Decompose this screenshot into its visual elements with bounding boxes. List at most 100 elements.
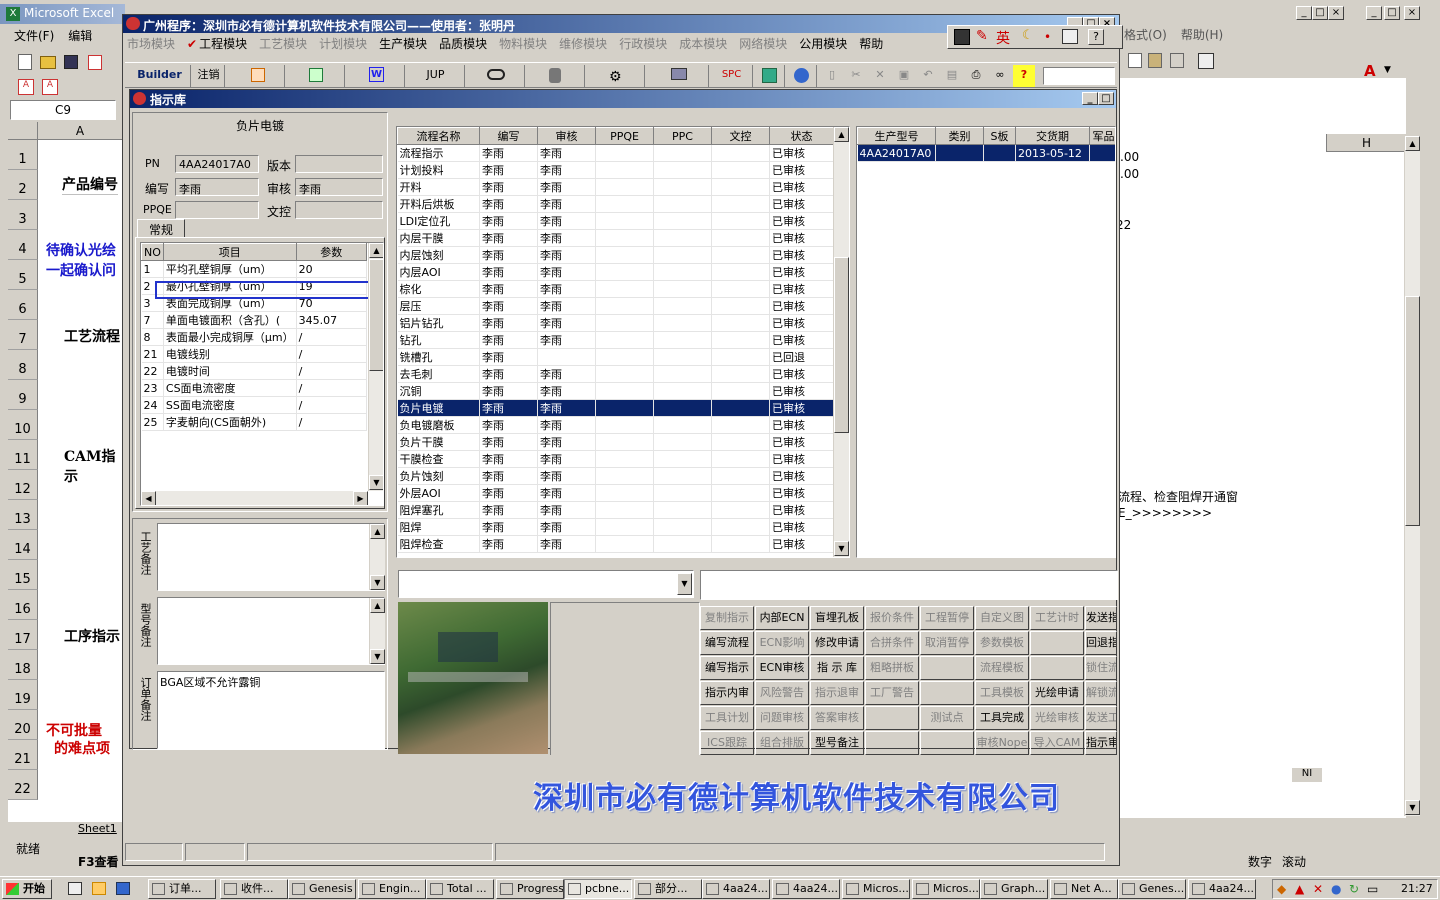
scroll-down-icon[interactable]: ▼ [1405, 800, 1420, 815]
row-header[interactable]: 14 [8, 530, 38, 560]
scroll-up-icon[interactable]: ▲ [1405, 136, 1420, 151]
cell-a20b[interactable]: 的难点项 [54, 738, 110, 758]
paste-icon[interactable] [1148, 53, 1162, 68]
tray-security-icon[interactable]: ▲ [1295, 882, 1304, 896]
action-button[interactable]: 工程暂停 [920, 606, 974, 630]
action-button[interactable]: 编写流程 [700, 631, 754, 655]
action-button[interactable]: ICS跟踪 [700, 731, 754, 755]
copy-icon[interactable] [1128, 53, 1142, 68]
find-button[interactable]: ∞ [989, 65, 1011, 87]
flow-scroll-up-icon[interactable]: ▲ [834, 127, 849, 142]
action-button[interactable]: 复制指示 [700, 606, 754, 630]
outer-restore-icon[interactable]: □ [1384, 6, 1400, 20]
flow-row[interactable]: 开料 李雨 李雨 已审核 [397, 178, 834, 196]
moon-icon[interactable]: ☾ [1022, 28, 1034, 43]
taskbar-item[interactable]: 4aa24... [772, 879, 840, 899]
row-header[interactable]: 4 [8, 230, 38, 260]
flow-row[interactable]: 负片蚀刻 李雨 李雨 已审核 [397, 467, 834, 485]
pdf-icon[interactable]: A [18, 79, 34, 95]
row-header[interactable]: 9 [8, 380, 38, 410]
flow-col-header[interactable]: PPQE [595, 127, 654, 145]
taskbar-item[interactable]: 部分... [634, 879, 702, 899]
process-memo-down-icon[interactable]: ▼ [370, 575, 385, 590]
ime-mode-icon[interactable] [954, 29, 970, 45]
cell-value-2[interactable]: .00 [1120, 167, 1139, 181]
row-header[interactable]: 21 [8, 740, 38, 770]
taskbar-item[interactable]: pcbne... [564, 879, 632, 899]
action-button[interactable]: 取消暂停 [920, 631, 974, 655]
jup-button[interactable]: JUP [407, 65, 465, 87]
row-header[interactable]: 15 [8, 560, 38, 590]
action-button[interactable]: 内部ECN [755, 606, 809, 630]
sub-minimize-icon[interactable]: _ [1082, 92, 1098, 105]
flow-row[interactable]: 层压 李雨 李雨 已审核 [397, 297, 834, 315]
action-button[interactable]: 型号备注 [810, 731, 864, 755]
param-col-value[interactable]: 参数 [295, 243, 368, 261]
taskbar-item[interactable]: Micros... [912, 879, 980, 899]
app-menu-item[interactable]: 公用模块 [799, 35, 847, 52]
column-header-h[interactable]: H [1326, 134, 1406, 152]
author-field[interactable]: 李雨 [175, 178, 259, 196]
app-menu-item[interactable]: 帮助 [859, 35, 883, 52]
cell-value-1[interactable]: .00 [1120, 150, 1139, 164]
quicklaunch-desktop-icon[interactable] [68, 882, 82, 895]
action-button[interactable]: 导入CAM [1030, 731, 1084, 755]
model-memo-up-icon[interactable]: ▲ [370, 598, 385, 613]
sheet-tab-1[interactable]: Sheet1 [78, 822, 117, 835]
param-scroll-right-icon[interactable]: ▶ [353, 491, 368, 505]
model-grid[interactable]: 生产型号 类别 S板 交货期 军品 4AA24017A0 2013-05-12 [856, 126, 1116, 558]
minimize-icon[interactable]: _ [1296, 6, 1312, 20]
cell-a11[interactable]: CAM指示 [64, 446, 122, 486]
flow-col-header[interactable]: 状态 [769, 127, 834, 145]
action-button[interactable]: 指示审 [1085, 731, 1117, 755]
quicklaunch-app-icon[interactable] [92, 882, 106, 895]
print-button[interactable]: ⎙ [965, 65, 987, 87]
database-button[interactable] [527, 65, 585, 87]
param-row[interactable]: 23 CS面电流密度 / [141, 379, 368, 397]
row-header[interactable]: 10 [8, 410, 38, 440]
word-button[interactable]: W [347, 65, 405, 87]
app-menu-item[interactable]: 成本模块 [679, 35, 727, 52]
action-button[interactable]: 指示退审 [810, 681, 864, 705]
menu-help[interactable]: 帮助(H) [1181, 28, 1223, 42]
flow-row[interactable]: 负片干膜 李雨 李雨 已审核 [397, 433, 834, 451]
app-menu-item[interactable]: 品质模块 [439, 35, 487, 52]
action-button[interactable] [865, 731, 919, 755]
taskbar-item[interactable]: 4aa24... [702, 879, 770, 899]
param-col-no[interactable]: NO [141, 243, 164, 261]
action-button[interactable]: 修改申请 [810, 631, 864, 655]
cut-button[interactable]: ✂ [845, 65, 867, 87]
flow-row[interactable]: 内层干膜 李雨 李雨 已审核 [397, 229, 834, 247]
app-menu-item[interactable]: 市场模块 [127, 35, 175, 52]
param-row[interactable]: 21 电镀线别 / [141, 345, 368, 363]
tray-x-icon[interactable]: ✕ [1313, 882, 1323, 896]
action-button[interactable]: 编写指示 [700, 656, 754, 680]
tray-update-icon[interactable]: ● [1331, 882, 1341, 896]
row-header[interactable]: 19 [8, 680, 38, 710]
param-row[interactable]: 24 SS面电流密度 / [141, 396, 368, 414]
action-button[interactable]: ECN影响 [755, 631, 809, 655]
model-col-header[interactable]: 类别 [935, 127, 984, 145]
save-button[interactable]: ▣ [893, 65, 915, 87]
action-button[interactable]: 工具计划 [700, 706, 754, 730]
flow-vscroll[interactable]: ▲ ▼ [833, 127, 849, 557]
row-header[interactable]: 7 [8, 320, 38, 350]
flow-grid[interactable]: 流程名称 编写 审核 PPQE PPC 文控 状态 流程指示 李雨 李雨 已审核 计划投料 李雨 李雨已… [396, 126, 850, 558]
reviewer-field[interactable]: 李雨 [295, 178, 383, 196]
action-button[interactable]: 发送工 [1085, 706, 1117, 730]
flow-row[interactable]: 阻焊塞孔 李雨 李雨 已审核 [397, 501, 834, 519]
ime-lang[interactable]: 英 [996, 28, 1010, 48]
excel-sheet[interactable]: A 1 2 3 4 5 6 7 8 9 10 11 12 13 14 15 16 17 18 19 20 21 22 产品… [8, 122, 122, 822]
taskbar-item[interactable]: 4aa24... [1188, 879, 1256, 899]
tool-icon[interactable] [1198, 53, 1214, 69]
cell-a2[interactable]: 产品编号 [62, 174, 118, 195]
flow-combo[interactable]: ▼ [398, 570, 694, 598]
row-header[interactable]: 2 [8, 170, 38, 200]
flow-col-header[interactable]: 流程名称 [397, 127, 480, 145]
row-header[interactable]: 11 [8, 440, 38, 470]
flow-row[interactable]: 计划投料 李雨 李雨 已审核 [397, 161, 834, 179]
process-memo-vscroll[interactable]: ▲ ▼ [369, 524, 385, 590]
flow-row[interactable]: 铝片钻孔 李雨 李雨 已审核 [397, 314, 834, 332]
taskbar-item[interactable]: Micros... [842, 879, 910, 899]
action-button[interactable]: 指示内审 [700, 681, 754, 705]
